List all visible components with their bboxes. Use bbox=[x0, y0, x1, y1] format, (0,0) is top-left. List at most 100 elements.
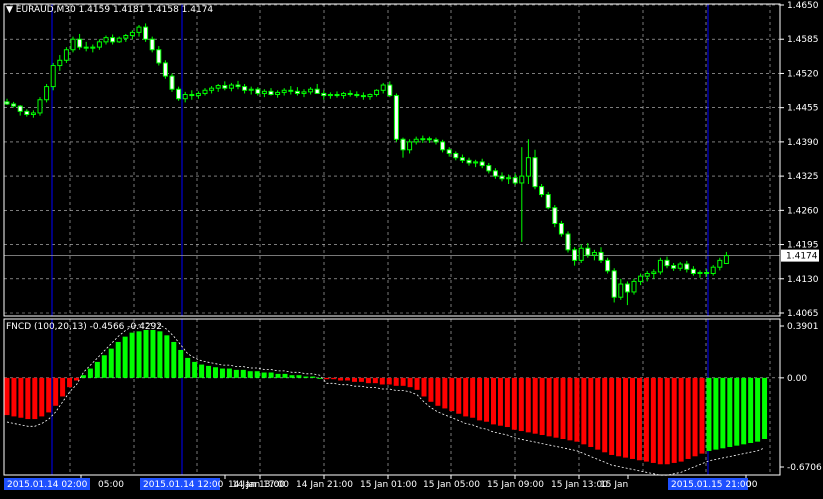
candle-body bbox=[367, 94, 373, 98]
chart-window[interactable]: 1.4650 1.4585 1.4520 1.4455 1.4390 1.4325 1.42… bbox=[0, 0, 823, 495]
candle-body bbox=[63, 49, 69, 61]
histogram-bar bbox=[143, 330, 149, 378]
histogram-bar bbox=[282, 373, 288, 378]
histogram-bar bbox=[372, 377, 378, 384]
time-label: 15 Jan 09:00 bbox=[487, 480, 544, 490]
highlighted-time-label: 2015.01.15 21:00 bbox=[671, 480, 752, 490]
chart-canvas[interactable]: 1.4650 1.4585 1.4520 1.4455 1.4390 1.4325 1.42… bbox=[0, 0, 823, 495]
price-tick-label: 1.4650 bbox=[787, 1, 819, 11]
histogram-bar bbox=[414, 377, 420, 390]
histogram-bar bbox=[407, 377, 413, 388]
histogram-bar bbox=[185, 357, 191, 378]
symbol-label: EURAUD,M30 bbox=[15, 5, 76, 15]
histogram-bar bbox=[233, 369, 239, 378]
histogram-bar bbox=[171, 341, 177, 378]
histogram-bar bbox=[720, 377, 726, 449]
candle-body bbox=[512, 177, 518, 184]
candle-body bbox=[651, 271, 657, 275]
histogram-bar bbox=[678, 377, 684, 462]
indicator-tick-label: 0.00 bbox=[787, 374, 807, 384]
candle-body bbox=[96, 41, 102, 48]
candle-body bbox=[129, 31, 135, 37]
indicator-axis: 0.3901 0.00 -0.6706 bbox=[780, 322, 822, 473]
candle-body bbox=[195, 92, 201, 97]
histogram-bar bbox=[115, 341, 121, 378]
histogram-bar bbox=[358, 377, 364, 382]
candle-body bbox=[393, 95, 399, 140]
candle-body bbox=[288, 89, 294, 92]
grid-lines bbox=[4, 4, 780, 475]
candle-body bbox=[70, 38, 76, 51]
candle-body bbox=[638, 275, 644, 282]
histogram-bar bbox=[623, 377, 629, 458]
candle-body bbox=[235, 84, 241, 88]
histogram-bar bbox=[386, 377, 392, 385]
candle-body bbox=[717, 259, 723, 268]
candle-body bbox=[611, 270, 617, 298]
price-tick-label: 1.4455 bbox=[787, 104, 819, 114]
candle-body bbox=[479, 161, 485, 167]
histogram-bar bbox=[477, 377, 483, 421]
histogram-bar bbox=[546, 377, 552, 437]
candle-body bbox=[314, 88, 320, 94]
time-label: 14 Jan 17:00 bbox=[232, 480, 289, 490]
candle-body bbox=[116, 37, 122, 43]
candle-body bbox=[499, 175, 505, 180]
histogram-bar bbox=[4, 377, 10, 416]
candle-body bbox=[136, 26, 142, 33]
candle-body bbox=[598, 251, 604, 261]
histogram-bar bbox=[470, 377, 476, 418]
histogram-bar bbox=[734, 377, 740, 446]
candle-body bbox=[545, 194, 551, 209]
histogram-bar bbox=[511, 377, 517, 430]
histogram-bar bbox=[213, 367, 218, 378]
candle-body bbox=[162, 62, 168, 77]
candle-body bbox=[426, 138, 432, 141]
histogram-bar bbox=[616, 377, 622, 457]
histogram-bar bbox=[11, 377, 17, 417]
candle-body bbox=[664, 259, 670, 267]
histogram-bar bbox=[289, 375, 295, 378]
candle-body bbox=[446, 149, 452, 154]
candle-body bbox=[420, 138, 426, 141]
candle-body bbox=[202, 89, 208, 94]
histogram-bar bbox=[80, 375, 86, 378]
histogram-bar bbox=[636, 377, 642, 461]
candle-body bbox=[248, 88, 254, 91]
histogram-bar bbox=[268, 372, 274, 378]
candle-body bbox=[209, 87, 215, 91]
collapse-arrow-icon[interactable]: ▼ bbox=[6, 5, 13, 15]
histogram-bar bbox=[199, 364, 205, 378]
price-tick-label: 1.4390 bbox=[787, 138, 819, 148]
histogram-bar bbox=[727, 377, 733, 447]
histogram-bar bbox=[435, 377, 441, 406]
candle-body bbox=[341, 92, 347, 97]
histogram-bar bbox=[164, 335, 170, 378]
price-tick-label: 1.4520 bbox=[787, 69, 819, 79]
candle-body bbox=[644, 273, 650, 277]
histogram-bar bbox=[428, 377, 434, 402]
histogram-bar bbox=[588, 377, 594, 447]
histogram-bar bbox=[317, 377, 323, 379]
candle-body bbox=[83, 46, 89, 49]
candle-body bbox=[294, 90, 300, 94]
histogram-bar bbox=[25, 377, 31, 420]
candle-body bbox=[308, 88, 314, 93]
highlighted-time-label: 2015.01.14 12:00 bbox=[143, 480, 224, 490]
histogram-bar bbox=[178, 349, 184, 378]
candlestick-series bbox=[4, 23, 729, 306]
indicator-tick-label: 0.3901 bbox=[787, 322, 819, 332]
candle-body bbox=[156, 49, 162, 64]
candle-body bbox=[149, 38, 155, 51]
candle-body bbox=[261, 90, 267, 94]
candle-body bbox=[723, 255, 729, 265]
histogram-bar bbox=[609, 377, 615, 455]
candle-body bbox=[11, 103, 17, 107]
candle-body bbox=[44, 86, 50, 101]
candle-body bbox=[710, 266, 716, 275]
candle-body bbox=[360, 95, 366, 98]
histogram-bar bbox=[484, 377, 490, 422]
histogram-bar bbox=[310, 376, 316, 378]
histogram-bar bbox=[240, 369, 246, 378]
candle-body bbox=[453, 152, 459, 159]
